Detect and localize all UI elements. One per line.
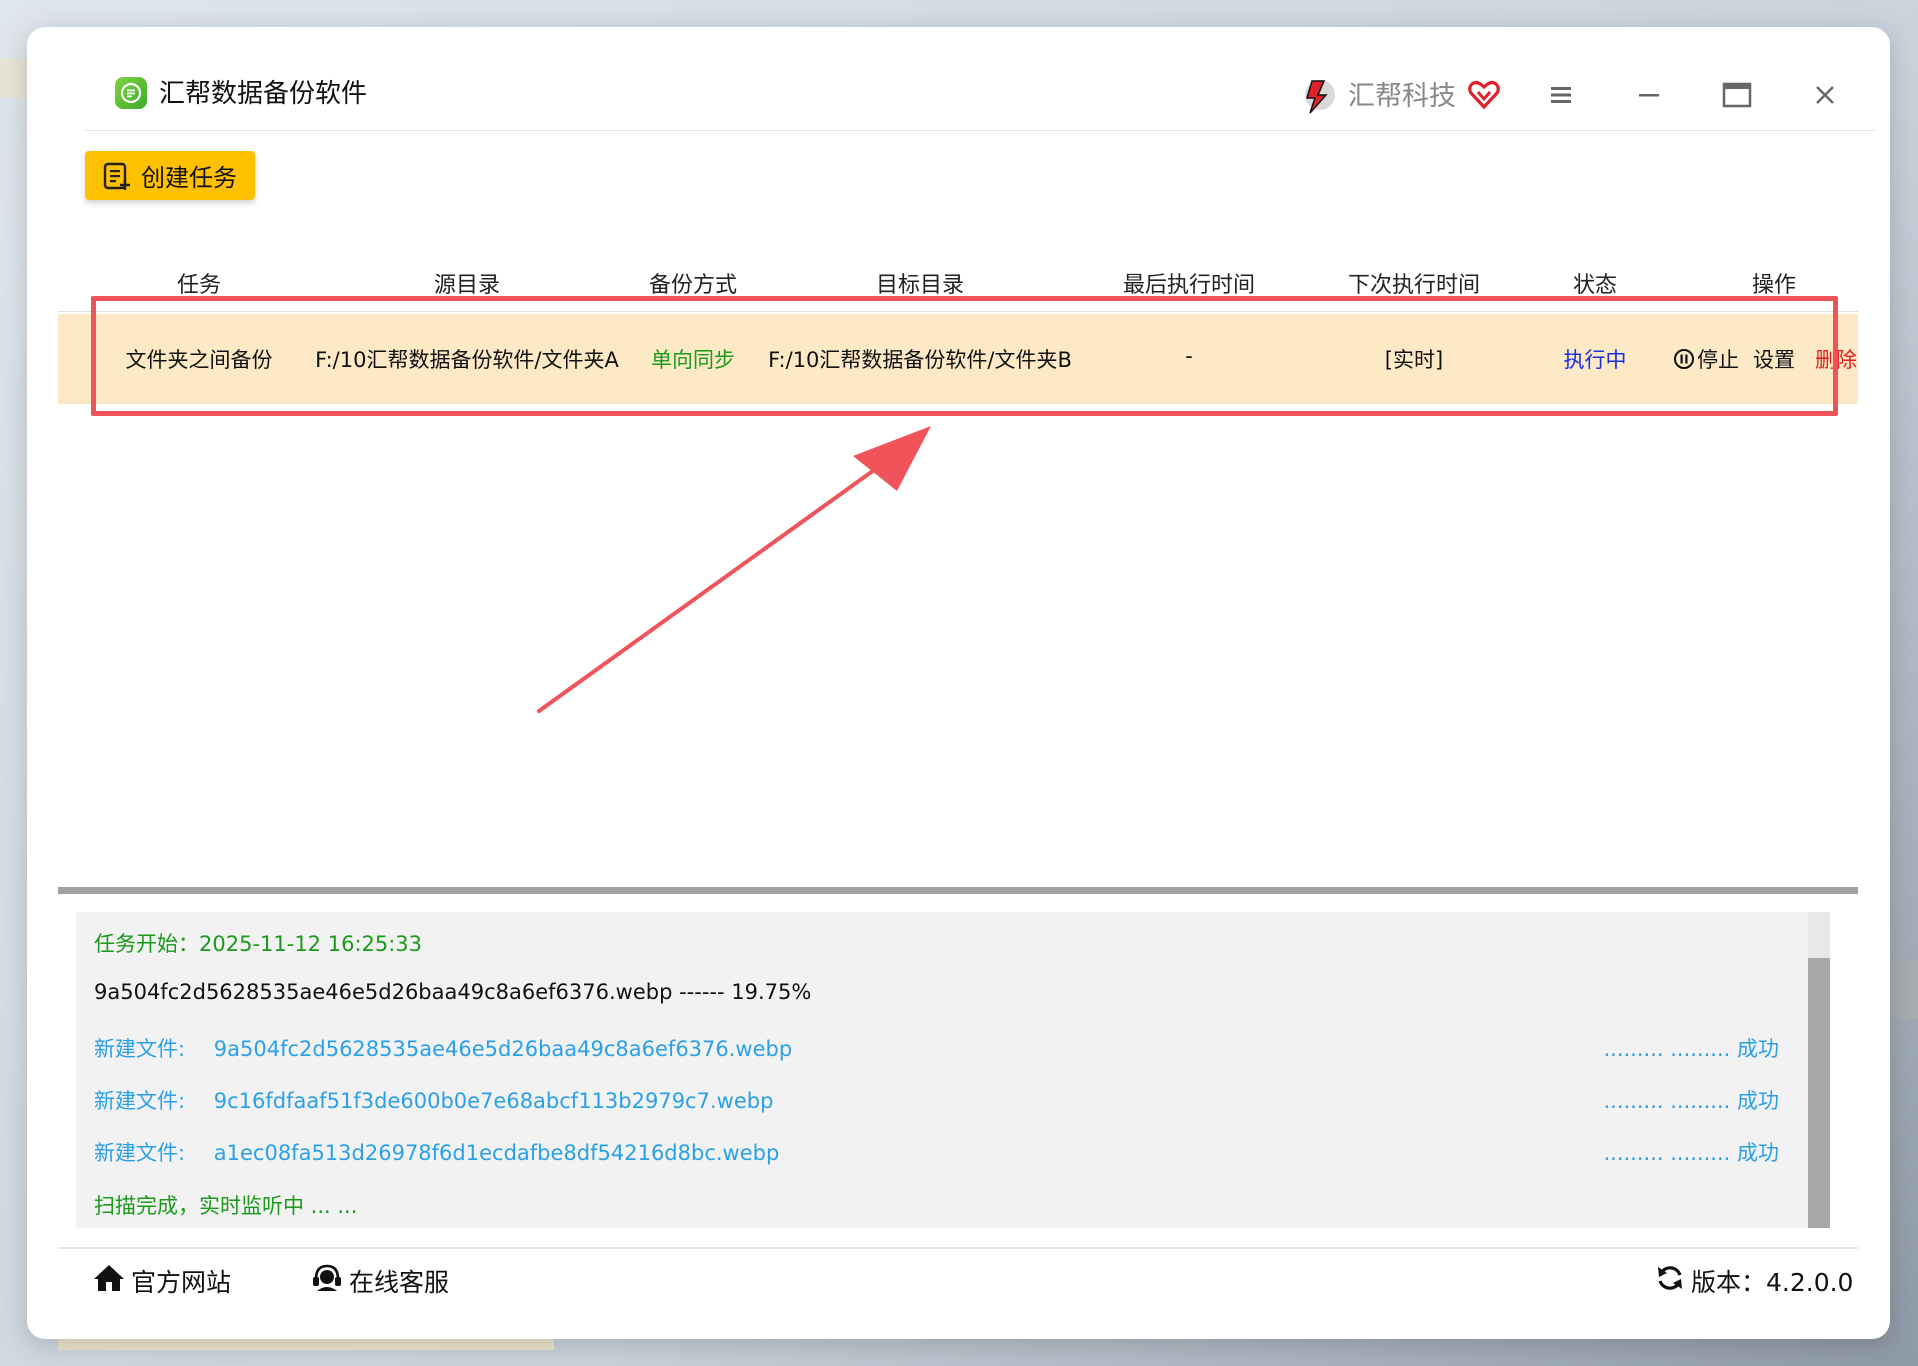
title-bar: 汇帮数据备份软件 汇帮科技 <box>85 27 1875 131</box>
create-task-button[interactable]: 创建任务 <box>85 151 255 200</box>
menu-icon[interactable] <box>1541 75 1581 115</box>
log-entry-label: 新建文件: <box>94 1089 186 1113</box>
create-task-label: 创建任务 <box>141 164 237 192</box>
log-entry-result: ......... ......... 成功 <box>1603 1141 1779 1165</box>
brand-logo-icon <box>1298 73 1338 121</box>
log-panel: 任务开始：2025-11-12 16:25:33 9a504fc2d562853… <box>76 912 1830 1228</box>
log-entry: 新建文件: 9c16fdfaaf51f3de600b0e7e68abcf113b… <box>94 1085 773 1115</box>
annotation-highlight-box <box>91 296 1838 416</box>
column-header-source[interactable]: 源目录 <box>434 267 500 299</box>
log-entry-file: a1ec08fa513d26978f6d1ecdafbe8df54216d8bc… <box>213 1141 780 1165</box>
version-info[interactable]: 版本：4.2.0.0 <box>1655 1263 1853 1299</box>
column-header-last-run[interactable]: 最后执行时间 <box>1123 267 1255 299</box>
log-entry-file: 9c16fdfaaf51f3de600b0e7e68abcf113b2979c7… <box>213 1089 774 1113</box>
log-entry-label: 新建文件: <box>94 1141 186 1165</box>
background-edge <box>0 58 30 98</box>
log-entry-result: ......... ......... 成功 <box>1603 1037 1779 1061</box>
log-done-line: 扫描完成，实时监听中 ... ... <box>94 1194 358 1218</box>
footer-divider <box>58 1247 1858 1249</box>
column-header-status[interactable]: 状态 <box>1573 267 1617 299</box>
brand-name: 汇帮科技 <box>1348 81 1456 112</box>
log-entry: 新建文件: a1ec08fa513d26978f6d1ecdafbe8df542… <box>94 1137 779 1167</box>
column-header-next-run[interactable]: 下次执行时间 <box>1348 267 1480 299</box>
log-progress-line: 9a504fc2d5628535ae46e5d26baa49c8a6ef6376… <box>94 980 812 1004</box>
brand[interactable]: 汇帮科技 <box>1298 73 1500 121</box>
column-header-mode[interactable]: 备份方式 <box>649 267 737 299</box>
official-website-label: 官方网站 <box>131 1268 232 1297</box>
title-divider <box>85 130 1875 131</box>
app-logo-icon <box>115 77 147 109</box>
log-entry-label: 新建文件: <box>94 1037 186 1061</box>
headset-icon <box>311 1263 349 1299</box>
log-entry-result: ......... ......... 成功 <box>1603 1089 1779 1113</box>
log-entry: 新建文件: 9a504fc2d5628535ae46e5d26baa49c8a6… <box>94 1033 792 1063</box>
task-list-icon <box>101 160 133 192</box>
column-header-actions[interactable]: 操作 <box>1752 267 1796 299</box>
maximize-icon[interactable] <box>1717 75 1757 115</box>
log-entry-file: 9a504fc2d5628535ae46e5d26baa49c8a6ef6376… <box>213 1037 793 1061</box>
home-icon <box>93 1263 131 1299</box>
log-scrollbar-thumb[interactable] <box>1808 958 1830 1228</box>
online-support-link[interactable]: 在线客服 <box>311 1263 449 1299</box>
close-icon[interactable] <box>1805 75 1845 115</box>
version-label: 版本：4.2.0.0 <box>1691 1268 1854 1297</box>
background-edge <box>1888 960 1918 1018</box>
official-website-link[interactable]: 官方网站 <box>93 1263 231 1299</box>
panel-splitter[interactable] <box>58 887 1858 894</box>
column-header-target[interactable]: 目标目录 <box>876 267 964 299</box>
log-scrollbar[interactable] <box>1808 912 1830 1228</box>
app-window: 汇帮数据备份软件 汇帮科技 创建任务 任务 源目录 备份方式 目标目录 最后执行… <box>27 27 1890 1339</box>
refresh-icon <box>1655 1263 1691 1299</box>
online-support-label: 在线客服 <box>349 1268 450 1297</box>
footer: 官方网站 在线客服 版本：4.2.0.0 <box>58 1251 1858 1311</box>
log-start-line: 任务开始：2025-11-12 16:25:33 <box>94 932 423 956</box>
vip-heart-icon[interactable] <box>1468 80 1500 114</box>
column-header-task[interactable]: 任务 <box>177 267 221 299</box>
minimize-icon[interactable] <box>1629 75 1669 115</box>
app-title: 汇帮数据备份软件 <box>159 79 368 109</box>
